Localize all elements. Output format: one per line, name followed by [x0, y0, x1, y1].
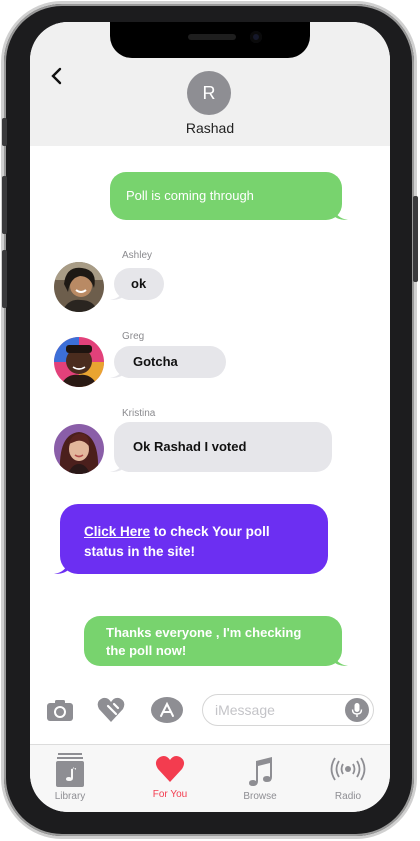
- radio-icon: [330, 757, 366, 781]
- mute-switch: [2, 118, 7, 146]
- digital-touch-icon[interactable]: [96, 696, 126, 729]
- click-here-link[interactable]: Click Here: [84, 524, 150, 539]
- notch: [110, 22, 310, 58]
- tab-bar: Library For You Browse Radio: [30, 744, 390, 812]
- tab-radio[interactable]: Radio: [308, 745, 388, 805]
- avatar-greg[interactable]: [54, 337, 104, 387]
- message-text: Gotcha: [133, 354, 178, 369]
- sender-name: Greg: [122, 331, 145, 342]
- imessage-input[interactable]: iMessage: [202, 694, 374, 726]
- power-button: [413, 196, 418, 282]
- volume-down-button: [2, 250, 7, 308]
- tab-label: Library: [54, 791, 86, 802]
- heart-icon: [155, 756, 185, 782]
- bubble-tail: [334, 208, 348, 220]
- message-text: Ok Rashad I voted: [133, 439, 247, 454]
- screen: R Rashad Poll is coming through Ashley o…: [30, 22, 390, 812]
- speaker: [188, 34, 236, 40]
- message-text: ok: [131, 276, 147, 291]
- tab-label: For You: [152, 789, 188, 800]
- message-text: Poll is coming through: [126, 188, 254, 203]
- microphone-icon[interactable]: [345, 698, 369, 722]
- avatar-kristina[interactable]: [54, 424, 104, 474]
- tab-for-you[interactable]: For You: [130, 745, 210, 805]
- bubble-tail: [54, 562, 68, 574]
- tab-label: Radio: [334, 791, 362, 802]
- camera-icon[interactable]: [46, 698, 74, 727]
- bubble-tail: [110, 366, 124, 378]
- app-store-icon[interactable]: [150, 696, 184, 729]
- volume-up-button: [2, 176, 7, 234]
- tab-browse[interactable]: Browse: [220, 745, 300, 805]
- contact-name[interactable]: Rashad: [30, 120, 390, 136]
- sender-name: Ashley: [122, 250, 153, 261]
- bubble-tail: [110, 460, 124, 472]
- poll-status-link-bubble[interactable]: Click Here to check Your poll status in …: [60, 504, 328, 574]
- sender-name: Kristina: [122, 408, 156, 419]
- message-text: Thanks everyone , I'm checking the poll …: [106, 625, 302, 658]
- sent-message-bubble[interactable]: Thanks everyone , I'm checking the poll …: [84, 616, 342, 666]
- contact-avatar[interactable]: R: [187, 71, 231, 115]
- received-message-bubble[interactable]: Gotcha: [114, 346, 226, 378]
- imessage-placeholder: iMessage: [215, 702, 275, 718]
- avatar-ashley[interactable]: [54, 262, 104, 312]
- tab-library[interactable]: Library: [30, 745, 110, 805]
- front-camera: [250, 31, 262, 43]
- bubble-tail: [334, 654, 348, 666]
- back-chevron-icon[interactable]: [50, 66, 64, 92]
- tab-label: Browse: [243, 791, 277, 802]
- received-message-bubble[interactable]: Ok Rashad I voted: [114, 422, 332, 472]
- sent-message-bubble[interactable]: Poll is coming through: [110, 172, 342, 220]
- library-icon: [56, 753, 84, 787]
- music-note-icon: [249, 757, 272, 786]
- bubble-tail: [110, 288, 124, 300]
